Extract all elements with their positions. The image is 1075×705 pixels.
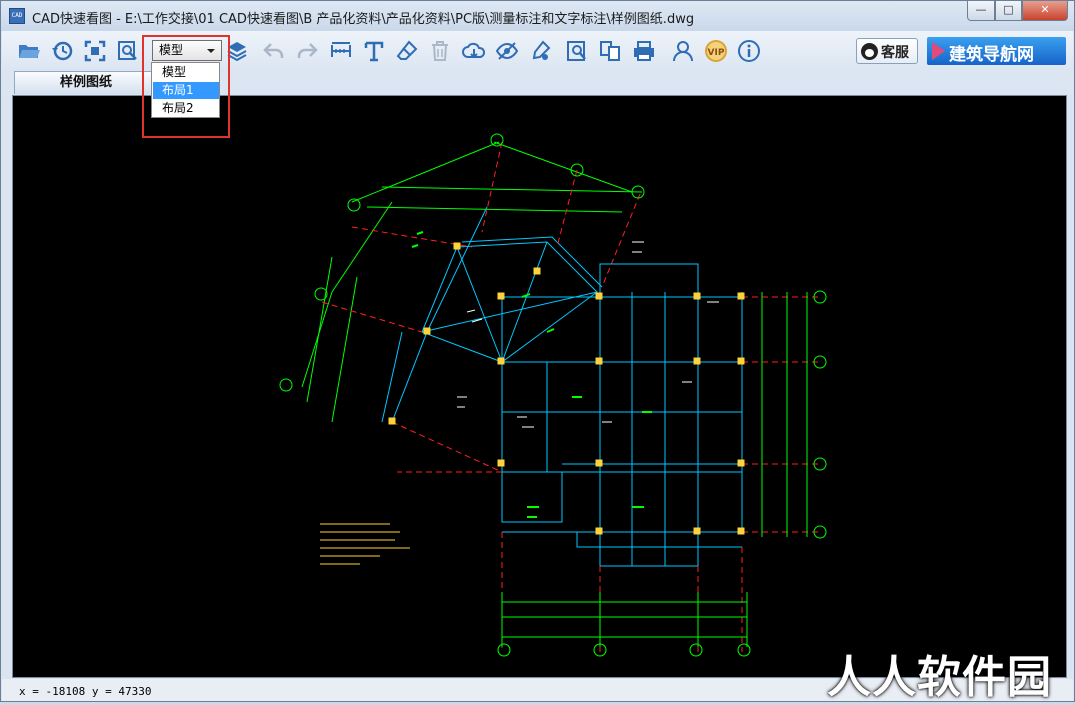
banner-label: 建筑导航网 [949, 45, 1034, 65]
flag-icon [932, 42, 945, 60]
watermark-text: 人人软件园 [827, 652, 1052, 703]
print-icon[interactable] [632, 39, 656, 63]
hide-eye-icon[interactable] [495, 39, 519, 63]
find-text-icon[interactable] [565, 39, 589, 63]
dropdown-option-layout1[interactable]: 布局1 [153, 82, 219, 99]
cad-drawing [279, 133, 827, 657]
drawing-canvas[interactable] [12, 95, 1067, 678]
svg-text:VIP: VIP [708, 48, 725, 58]
window-title: CAD快速看图 - E:\工作交接\01 CAD快速看图\B 产品化资料\产品化… [32, 12, 695, 27]
app-icon: CAD [9, 8, 25, 24]
history-icon[interactable] [50, 39, 74, 63]
open-folder-icon[interactable] [17, 39, 41, 63]
cloud-download-icon[interactable] [462, 39, 486, 63]
view-select-dropdown: 模型 布局1 布局2 [151, 62, 220, 118]
pen-settings-icon[interactable] [528, 39, 552, 63]
measure-icon[interactable] [329, 39, 353, 63]
qq-icon [861, 43, 878, 60]
banner-link[interactable]: 建筑导航网 [927, 37, 1066, 65]
customer-service-label: 客服 [881, 45, 909, 61]
user-icon[interactable] [671, 39, 695, 63]
dropdown-option-model[interactable]: 模型 [153, 64, 219, 81]
eraser-icon[interactable] [395, 39, 419, 63]
trash-icon[interactable] [428, 39, 452, 63]
redo-icon[interactable] [295, 39, 319, 63]
info-icon[interactable] [737, 39, 761, 63]
customer-service-button[interactable]: 客服 [856, 38, 918, 64]
zoom-window-icon[interactable] [116, 39, 140, 63]
minimize-button[interactable]: — [967, 1, 995, 21]
dropdown-option-layout2[interactable]: 布局2 [153, 100, 219, 117]
close-button[interactable]: ✕ [1022, 1, 1068, 21]
convert-icon[interactable] [598, 39, 622, 63]
vip-icon[interactable]: VIP [704, 39, 728, 63]
app-window: CAD CAD快速看图 - E:\工作交接\01 CAD快速看图\B 产品化资料… [0, 0, 1075, 703]
undo-icon[interactable] [262, 39, 286, 63]
coordinate-readout: x = -18108 y = 47330 [19, 685, 152, 698]
maximize-button[interactable]: □ [995, 1, 1022, 21]
title-bar: CAD CAD快速看图 - E:\工作交接\01 CAD快速看图\B 产品化资料… [1, 1, 1074, 31]
text-icon[interactable] [362, 39, 386, 63]
fit-view-icon[interactable] [83, 39, 107, 63]
